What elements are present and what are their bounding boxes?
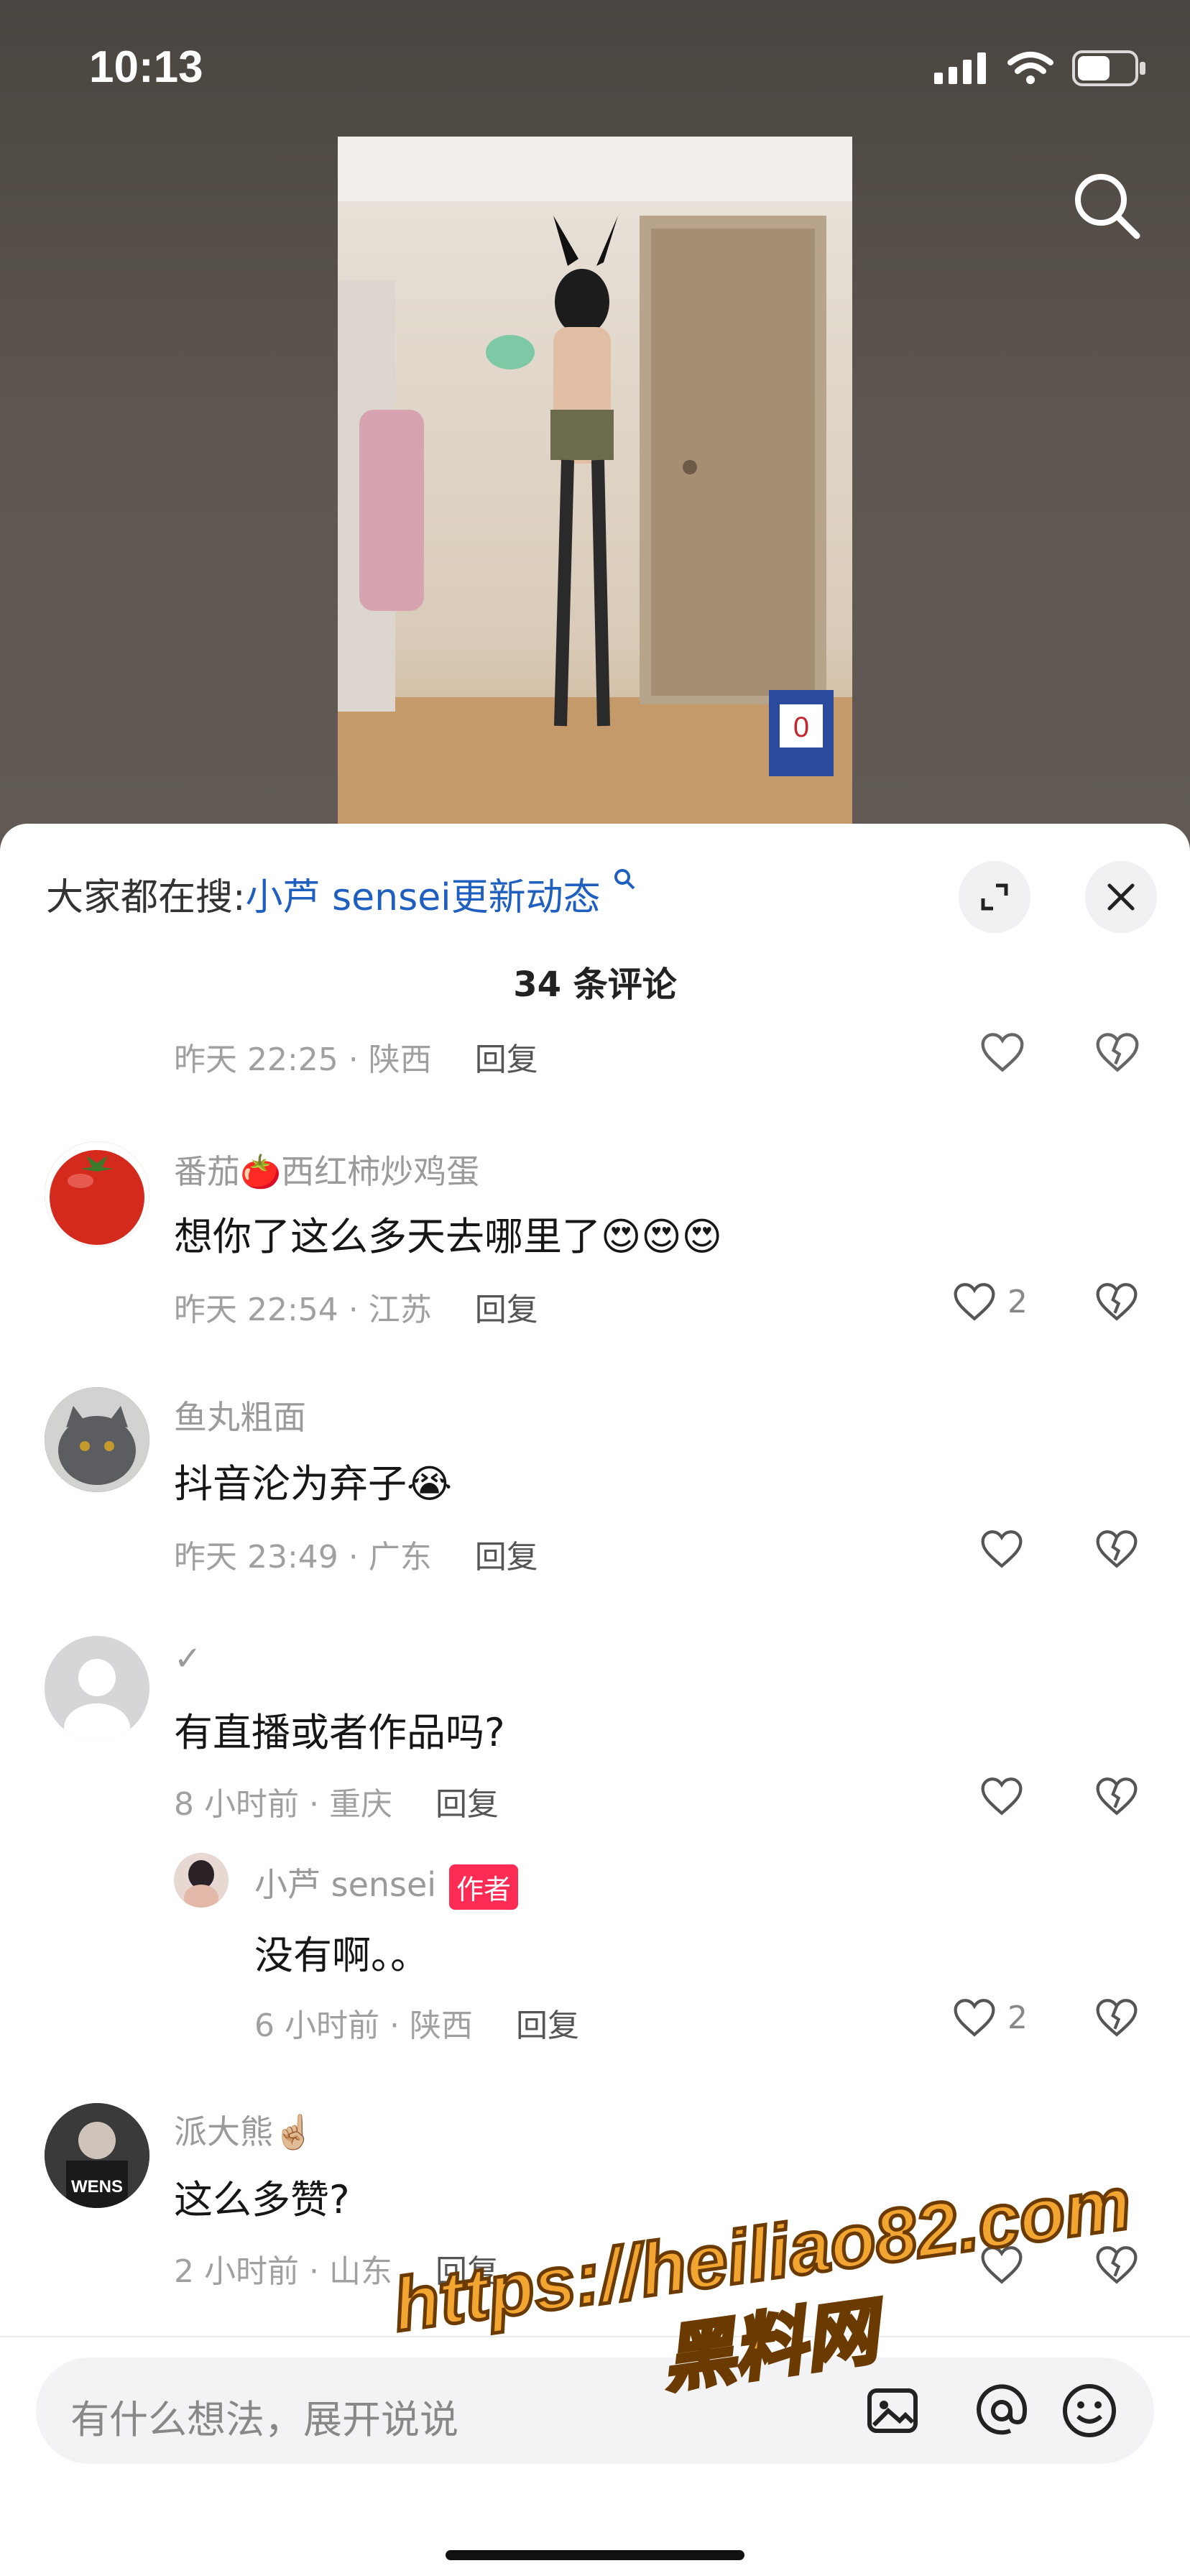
partial-comment-row: 昨天 22:25 · 陕西 回复 — [0, 1021, 1190, 1078]
dislike-icon[interactable] — [1094, 1997, 1140, 2038]
svg-text:WENS: WENS — [71, 2177, 123, 2196]
video-card-text: 0 — [793, 712, 809, 743]
author-avatar[interactable] — [174, 1853, 229, 1908]
comment-meta: 昨天 23:49 · 广东 回复 — [174, 1531, 538, 1577]
cat-avatar[interactable] — [45, 1387, 149, 1492]
reply-username-row: 小芦 sensei 作者 — [254, 1859, 519, 1910]
heart-icon — [954, 1283, 995, 1321]
comment-username[interactable]: 鱼丸粗面 — [174, 1392, 306, 1439]
person-icon — [45, 1636, 149, 1741]
cat-photo-icon — [45, 1387, 149, 1492]
close-button[interactable] — [1085, 861, 1157, 933]
tomato-icon — [45, 1141, 149, 1246]
expand-button[interactable] — [959, 861, 1030, 933]
default-avatar[interactable] — [45, 1636, 149, 1741]
like-count: 2 — [1007, 1283, 1028, 1320]
reply-button[interactable]: 回复 — [475, 1292, 538, 1328]
tomato-avatar[interactable] — [45, 1141, 149, 1246]
like-button[interactable] — [979, 1528, 1035, 1570]
comment-time-location: 2 小时前 · 山东 — [174, 2253, 392, 2290]
dislike-icon[interactable] — [1094, 1031, 1141, 1074]
dislike-icon[interactable] — [1094, 2244, 1140, 2286]
status-time: 10:13 — [89, 42, 203, 92]
status-icons — [934, 50, 1147, 86]
reply-button[interactable]: 回复 — [435, 1786, 499, 1823]
comment-text: 有直播或者作品吗? — [174, 1710, 505, 1755]
comment-meta: 8 小时前 · 重庆 回复 — [174, 1778, 499, 1824]
comment-sheet: 大家都在搜:小芦 sensei更新动态 34 条评论 — [0, 824, 1190, 2576]
reply-meta: 6 小时前 · 陕西 回复 — [254, 2000, 579, 2046]
reply-time-location: 6 小时前 · 陕西 — [254, 2007, 473, 2044]
trending-search[interactable]: 大家都在搜:小芦 sensei更新动态 — [46, 867, 637, 921]
expand-icon — [981, 883, 1008, 911]
home-indicator[interactable] — [446, 2550, 744, 2560]
like-button[interactable] — [979, 1775, 1035, 1817]
like-button[interactable] — [979, 2244, 1035, 2286]
comment-meta: 昨天 22:54 · 江苏 回复 — [174, 1284, 538, 1330]
search-button[interactable] — [1064, 162, 1150, 249]
comment-text: 想你了这么多天去哪里了😍😍😍 — [174, 1214, 722, 1259]
heart-icon — [981, 1530, 1023, 1568]
comment-count: 34 条评论 — [513, 965, 677, 1005]
trending-prefix: 大家都在搜: — [46, 876, 246, 919]
like-button[interactable]: 2 — [951, 1997, 1028, 2038]
photo-avatar[interactable]: WENS — [45, 2103, 149, 2208]
like-button[interactable]: 2 — [951, 1281, 1028, 1322]
reply-button[interactable]: 回复 — [475, 1539, 538, 1576]
comment-text: 抖音沦为弃子😭 — [174, 1461, 453, 1506]
author-photo-icon — [174, 1853, 229, 1908]
reply-button[interactable]: 回复 — [516, 2007, 579, 2044]
dislike-icon[interactable] — [1094, 1528, 1140, 1570]
trending-query[interactable]: 小芦 sensei更新动态 — [246, 876, 601, 919]
author-badge: 作者 — [449, 1864, 519, 1910]
comment-text: 这么多赞? — [174, 2177, 350, 2222]
reply-text: 没有啊。。 — [254, 1933, 429, 1978]
comment-username[interactable]: ✓ — [174, 1639, 202, 1678]
signal-icon — [934, 52, 986, 84]
search-icon — [1075, 174, 1140, 239]
heart-icon — [954, 1999, 995, 2037]
battery-icon — [1072, 50, 1145, 86]
heart-icon — [981, 1777, 1023, 1816]
status-bar: 10:13 — [0, 0, 1190, 144]
dislike-icon[interactable] — [1094, 1281, 1140, 1322]
comment-time-location: 昨天 22:54 · 江苏 — [174, 1292, 432, 1328]
heart-icon — [981, 2246, 1023, 2284]
comment-meta: 昨天 22:25 · 陕西 回复 — [174, 1034, 538, 1078]
comment-time-location: 8 小时前 · 重庆 — [174, 1786, 392, 1823]
video-player[interactable]: 0 — [338, 137, 852, 855]
like-count: 2 — [1007, 1999, 1028, 2036]
comment-time-location: 昨天 23:49 · 广东 — [174, 1539, 432, 1576]
close-icon — [1107, 883, 1135, 911]
wifi-icon — [1007, 52, 1053, 84]
person-photo-icon: WENS — [45, 2103, 149, 2208]
comment-time-location: 昨天 22:25 · 陕西 — [174, 1041, 432, 1078]
dislike-icon[interactable] — [1094, 1775, 1140, 1817]
like-icon[interactable] — [979, 1031, 1026, 1074]
comment-meta: 2 小时前 · 山东 回复 — [174, 2245, 499, 2291]
comment-username[interactable]: 番茄🍅西红柿炒鸡蛋 — [174, 1146, 479, 1193]
video-frame-illustration: 0 — [338, 137, 852, 855]
small-search-icon — [614, 869, 635, 890]
reply-button[interactable]: 回复 — [475, 1041, 538, 1078]
comment-username[interactable]: 派大熊☝🏼 — [174, 2106, 314, 2153]
reply-button[interactable]: 回复 — [435, 2253, 499, 2290]
reply-username[interactable]: 小芦 sensei — [254, 1865, 436, 1904]
